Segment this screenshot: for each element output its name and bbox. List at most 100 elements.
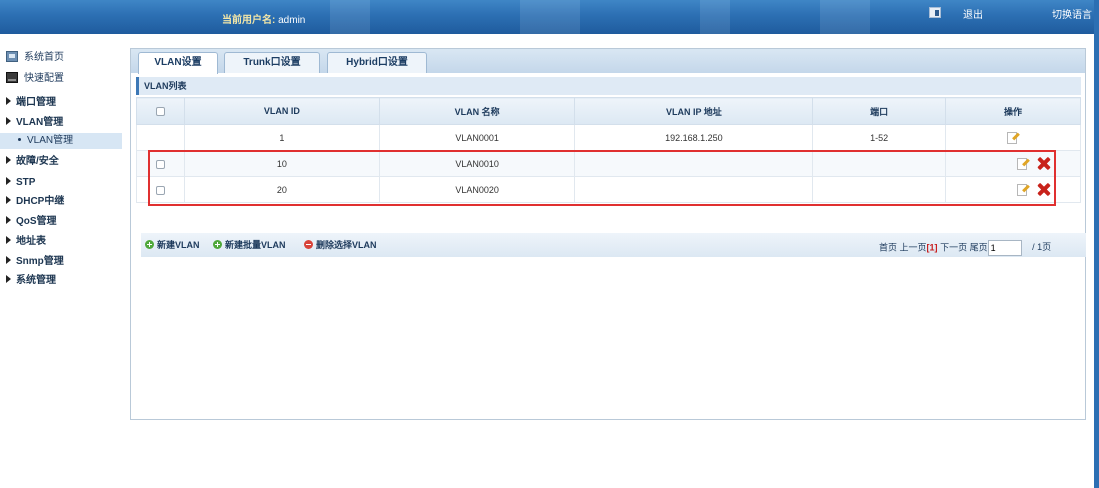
sidebar-item-fault-security[interactable]: 故障/安全 (6, 154, 59, 170)
vlan-list-panel: VLAN列表 VLAN ID VLAN 名称 VLAN IP 地址 端口 操作 … (136, 77, 1086, 257)
vlan-id-cell: 10 (183, 150, 380, 177)
vlan-ports-cell (812, 176, 947, 203)
pager-last[interactable]: 尾页 (970, 242, 988, 252)
actions-cell (945, 124, 1081, 151)
arrow-right-icon (6, 97, 11, 105)
select-all-checkbox[interactable] (155, 107, 165, 117)
vlan-table: VLAN ID VLAN 名称 VLAN IP 地址 端口 操作 1 VLAN0… (136, 97, 1081, 203)
tab-strip: VLAN设置 Trunk口设置 Hybrid口设置 (131, 49, 1085, 74)
vlan-ip-cell (574, 150, 814, 177)
vlan-name-cell: VLAN0010 (378, 150, 576, 177)
sidebar-item-vlan-management[interactable]: VLAN管理 (6, 115, 63, 131)
delete-selected-vlan-button[interactable]: 删除选择VLAN (304, 238, 377, 251)
arrow-right-icon (6, 177, 11, 185)
column-header: VLAN ID (183, 97, 380, 125)
sidebar-item-label: 故障/安全 (16, 156, 59, 167)
sidebar-item-label: 系统首页 (24, 52, 64, 63)
current-user: 当前用户名: admin (222, 11, 305, 26)
sidebar-item-port-management[interactable]: 端口管理 (6, 95, 56, 111)
arrow-right-icon (6, 275, 11, 283)
sidebar-item-label: STP (16, 177, 36, 188)
sidebar-item-label: DHCP中继 (16, 196, 65, 207)
content-frame: VLAN设置 Trunk口设置 Hybrid口设置 VLAN列表 VLAN ID… (130, 48, 1086, 420)
sidebar-item-label: QoS管理 (16, 216, 57, 227)
logout-link[interactable]: 退出 (963, 6, 983, 21)
vlan-ip-cell: 192.168.1.250 (574, 124, 814, 151)
pager-next[interactable]: 下一页 (940, 242, 967, 252)
tab-vlan-settings[interactable]: VLAN设置 (138, 52, 218, 74)
logout-icon[interactable] (929, 7, 941, 18)
sidebar-item-label: 快速配置 (24, 73, 64, 84)
tab-trunk-settings[interactable]: Trunk口设置 (224, 52, 320, 73)
delete-icon[interactable] (1037, 183, 1050, 196)
sidebar-item-snmp-management[interactable]: Snmp管理 (6, 254, 64, 270)
vlan-ip-cell (574, 176, 814, 203)
home-icon (6, 51, 18, 62)
remove-icon (304, 240, 313, 249)
arrow-right-icon (6, 117, 11, 125)
sidebar-item-label: 系统管理 (16, 275, 56, 286)
table-row: 20 VLAN0020 (136, 176, 1081, 203)
add-icon (145, 240, 154, 249)
actions-cell (945, 150, 1081, 177)
edit-icon[interactable] (1006, 131, 1020, 144)
new-batch-vlan-button[interactable]: 新建批量VLAN (213, 238, 286, 251)
header-decoration (520, 0, 580, 34)
checkbox-cell (136, 124, 185, 151)
sidebar-item-address-table[interactable]: 地址表 (6, 234, 46, 250)
arrow-right-icon (6, 236, 11, 244)
sidebar-item-home[interactable]: 系统首页 (6, 50, 64, 66)
sidebar-item-label: VLAN管理 (27, 135, 74, 146)
table-row: 1 VLAN0001 192.168.1.250 1-52 (136, 124, 1081, 151)
column-header: VLAN IP 地址 (574, 97, 814, 125)
pager-first[interactable]: 首页 (879, 242, 897, 252)
pager-total: / 1页 (1032, 242, 1052, 253)
edit-icon[interactable] (1017, 183, 1030, 196)
sidebar-subitem-vlan-management[interactable]: VLAN管理 (0, 133, 122, 149)
tab-hybrid-settings[interactable]: Hybrid口设置 (327, 52, 427, 73)
arrow-right-icon (6, 216, 11, 224)
column-header: 端口 (812, 97, 947, 125)
header-decoration (820, 0, 870, 34)
sidebar-item-label: 端口管理 (16, 97, 56, 108)
actions-cell (945, 176, 1081, 203)
edit-icon[interactable] (1017, 157, 1030, 170)
new-batch-vlan-label: 新建批量VLAN (225, 240, 286, 250)
header-decoration (700, 0, 730, 34)
page-number-input[interactable] (987, 240, 1022, 256)
select-all-cell (136, 97, 185, 125)
vlan-ports-cell (812, 150, 947, 177)
header-decoration (330, 0, 370, 34)
delete-selected-label: 删除选择VLAN (316, 240, 377, 250)
arrow-right-icon (6, 256, 11, 264)
right-border (1094, 0, 1099, 488)
vlan-id-cell: 1 (183, 124, 380, 151)
new-vlan-button[interactable]: 新建VLAN (145, 238, 200, 251)
delete-icon[interactable] (1037, 157, 1050, 170)
sidebar-item-quick-config[interactable]: 快速配置 (6, 71, 64, 87)
top-header: 当前用户名: admin 退出 切换语言 (0, 0, 1099, 34)
sidebar-item-stp[interactable]: STP (6, 175, 35, 191)
sidebar-item-label: 地址表 (16, 236, 46, 247)
new-vlan-label: 新建VLAN (157, 240, 200, 250)
current-user-label: 当前用户名: (222, 15, 276, 26)
pager-prev[interactable]: 上一页 (900, 242, 927, 252)
row-checkbox[interactable] (155, 159, 165, 169)
sidebar-item-label: VLAN管理 (16, 117, 64, 128)
vlan-name-cell: VLAN0020 (378, 176, 576, 203)
current-user-name: admin (278, 15, 306, 26)
column-header: 操作 (945, 97, 1081, 125)
sidebar-item-dhcp-relay[interactable]: DHCP中继 (6, 194, 64, 210)
arrow-right-icon (6, 196, 11, 204)
bullet-icon (18, 138, 21, 141)
table-header-row: VLAN ID VLAN 名称 VLAN IP 地址 端口 操作 (136, 97, 1081, 125)
sidebar-item-label: Snmp管理 (16, 256, 64, 267)
sidebar-item-qos-management[interactable]: QoS管理 (6, 214, 57, 230)
table-row: 10 VLAN0010 (136, 150, 1081, 177)
row-checkbox[interactable] (155, 185, 165, 195)
checkbox-cell (136, 150, 185, 177)
table-action-bar: 新建VLAN 新建批量VLAN 删除选择VLAN 首页 上一页[1] 下一页 尾… (141, 233, 1086, 257)
sidebar-item-system-management[interactable]: 系统管理 (6, 273, 56, 289)
vlan-ports-cell: 1-52 (812, 124, 947, 151)
switch-language-link[interactable]: 切换语言 (1052, 6, 1092, 21)
